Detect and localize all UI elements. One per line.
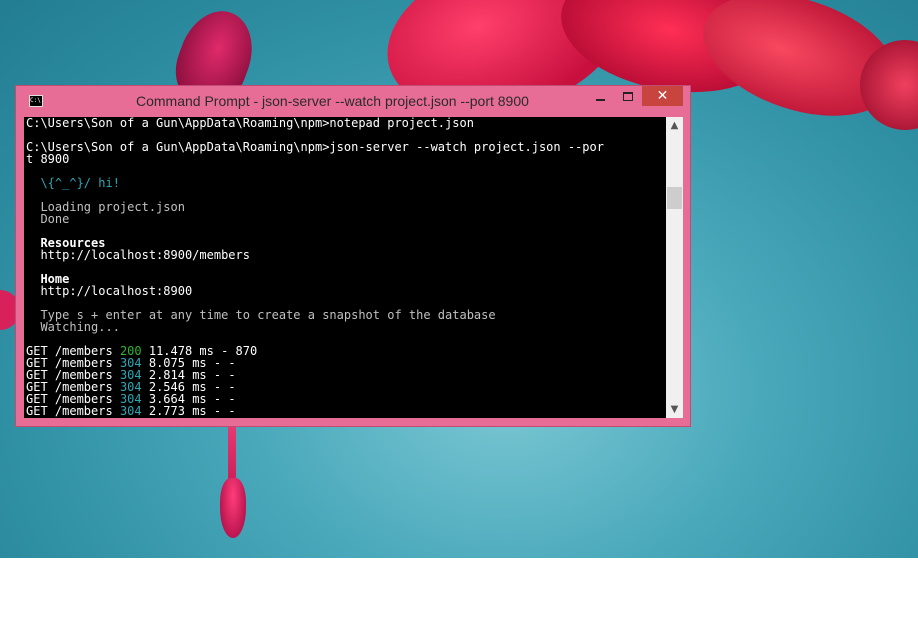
scroll-thumb[interactable] [667, 187, 682, 209]
console-line: t 8900 [26, 152, 70, 166]
console-lines: C:\Users\Son of a Gun\AppData\Roaming\np… [24, 117, 666, 345]
close-icon: ✕ [656, 88, 669, 104]
command-prompt-window[interactable]: C:\. Command Prompt - json-server --watc… [15, 85, 691, 427]
scroll-up-button[interactable]: ▲ [666, 117, 683, 134]
request-status: 304 [119, 404, 142, 418]
console-line: Done [26, 212, 70, 226]
maximize-button[interactable] [616, 86, 640, 106]
console-line: C:\Users\Son of a Gun\AppData\Roaming\np… [26, 117, 474, 130]
close-button[interactable]: ✕ [642, 86, 683, 106]
chevron-up-icon: ▲ [670, 120, 679, 131]
console-line: Type s + enter at any time to create a s… [26, 308, 496, 322]
cmd-icon[interactable]: C:\. [29, 95, 44, 107]
request-log-line: GET /members 304 2.773 ms - - [24, 405, 666, 417]
maximize-icon [623, 92, 633, 101]
title-bar[interactable]: C:\. Command Prompt - json-server --watc… [16, 86, 690, 116]
console-line: http://localhost:8900/members [26, 248, 250, 262]
request-log: GET /members 200 11.478 ms - 870 GET /mem… [24, 345, 666, 417]
console-line: http://localhost:8900 [26, 284, 193, 298]
console-output[interactable]: C:\Users\Son of a Gun\AppData\Roaming\np… [24, 117, 666, 418]
request-method: GET [26, 404, 55, 418]
console-line: C:\Users\Son of a Gun\AppData\Roaming\np… [26, 140, 604, 154]
minimize-icon [595, 98, 605, 101]
console-line: Watching... [26, 320, 120, 334]
chevron-down-icon: ▼ [670, 404, 679, 415]
request-path: /members [54, 404, 120, 418]
vertical-scrollbar[interactable]: ▲ ▼ [666, 117, 683, 418]
console-line: \{^_^}/ hi! [26, 176, 120, 190]
window-title: Command Prompt - json-server --watch pro… [136, 93, 529, 109]
flower-stamen [220, 478, 246, 538]
request-rest: 2.773 ms - - [141, 404, 236, 418]
console-line: Loading project.json [26, 200, 185, 214]
minimize-button[interactable] [588, 86, 612, 106]
scroll-down-button[interactable]: ▼ [666, 401, 683, 418]
